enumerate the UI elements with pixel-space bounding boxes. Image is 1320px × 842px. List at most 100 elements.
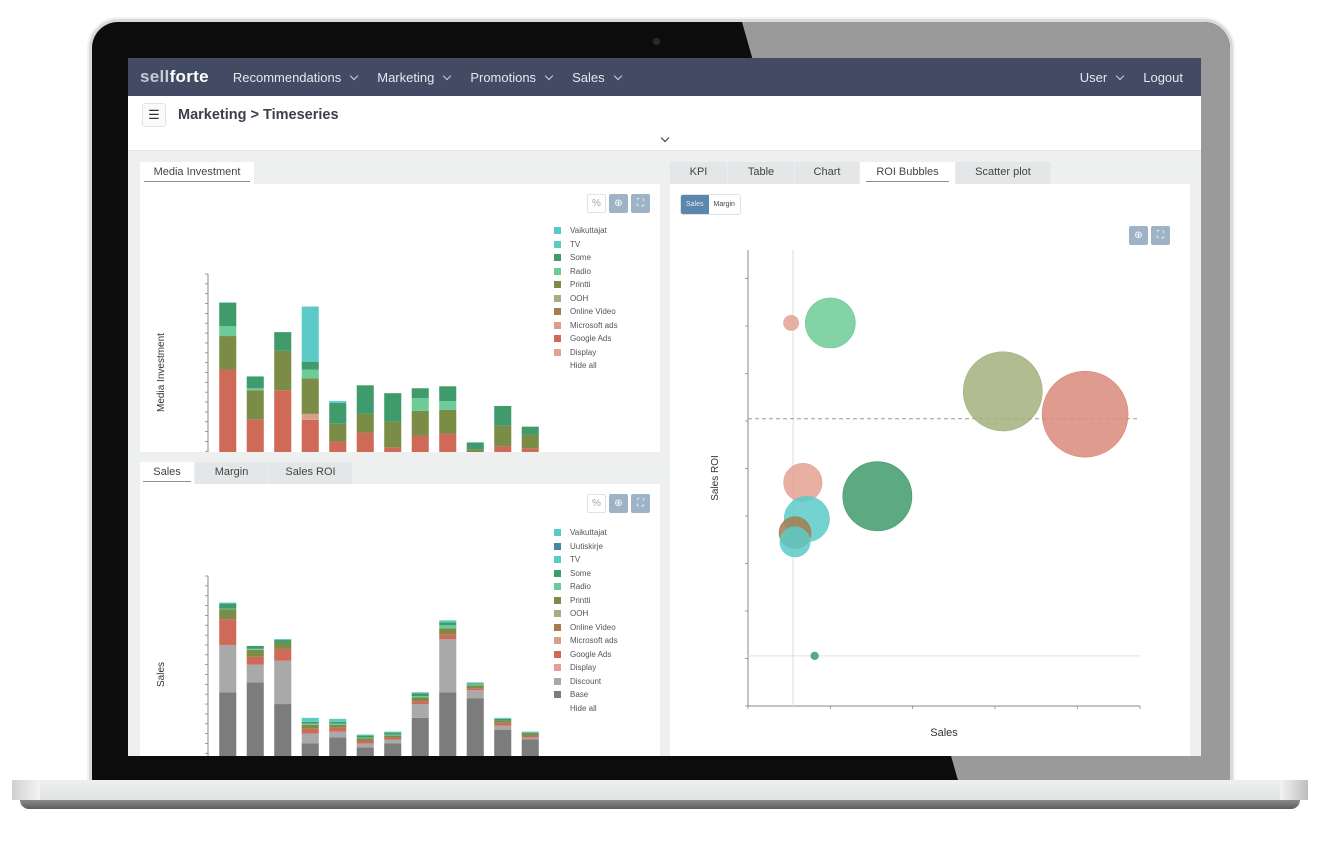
bar-segment-google-ads[interactable] bbox=[521, 735, 539, 738]
legend-item[interactable]: Discount bbox=[554, 675, 618, 689]
bar-segment-some[interactable] bbox=[411, 693, 429, 697]
bar-segment-tv[interactable] bbox=[329, 401, 347, 404]
legend-item[interactable]: Google Ads bbox=[554, 648, 618, 662]
bar-segment-printti[interactable] bbox=[219, 336, 237, 370]
bar-segment-base[interactable] bbox=[219, 692, 237, 756]
bar-segment-radio[interactable] bbox=[301, 369, 319, 379]
bar-segment-some[interactable] bbox=[356, 385, 374, 414]
bar-segment-printti[interactable] bbox=[384, 421, 402, 448]
bar-segment-base[interactable] bbox=[411, 717, 429, 756]
bar-segment-tv[interactable] bbox=[411, 692, 429, 694]
hide-all-button[interactable]: Hide all bbox=[554, 359, 618, 373]
bar-segment-discount[interactable] bbox=[246, 664, 264, 683]
bar-segment-printti[interactable] bbox=[494, 425, 512, 447]
bar-segment-microsoft-ads[interactable] bbox=[301, 413, 319, 420]
bar-segment-google-ads[interactable] bbox=[411, 701, 429, 705]
legend-item[interactable]: Google Ads bbox=[554, 332, 618, 346]
fullscreen-button[interactable]: ⛶ bbox=[631, 194, 650, 213]
bar-segment-google-ads[interactable] bbox=[301, 728, 319, 734]
bar-segment-some[interactable] bbox=[329, 721, 347, 724]
legend-item[interactable]: Online Video bbox=[554, 621, 618, 635]
bar-segment-some[interactable] bbox=[219, 603, 237, 609]
bar-segment-radio[interactable] bbox=[439, 401, 457, 410]
bar-segment-radio[interactable] bbox=[246, 648, 264, 650]
bar-segment-printti[interactable] bbox=[411, 410, 429, 436]
bar-segment-base[interactable] bbox=[356, 747, 374, 756]
bar-segment-printti[interactable] bbox=[246, 390, 264, 420]
legend-item[interactable]: Microsoft ads bbox=[554, 634, 618, 648]
bar-segment-base[interactable] bbox=[384, 743, 402, 756]
bar-segment-discount[interactable] bbox=[329, 731, 347, 738]
bar-segment-radio[interactable] bbox=[356, 737, 374, 739]
bar-segment-discount[interactable] bbox=[274, 660, 292, 705]
bar-segment-base[interactable] bbox=[466, 698, 484, 756]
bubble-vaikuttajat[interactable] bbox=[779, 526, 811, 558]
bar-segment-some[interactable] bbox=[219, 302, 237, 327]
bar-segment-printti[interactable] bbox=[439, 409, 457, 434]
legend-item[interactable]: TV bbox=[554, 238, 618, 252]
legend-item[interactable]: Display bbox=[554, 346, 618, 360]
percent-toggle-button[interactable]: % bbox=[587, 494, 606, 513]
bar-segment-google-ads[interactable] bbox=[494, 722, 512, 726]
bar-segment-printti[interactable] bbox=[411, 697, 429, 702]
legend-item[interactable]: Some bbox=[554, 567, 618, 581]
bar-segment-tv[interactable] bbox=[466, 682, 484, 684]
bar-segment-printti[interactable] bbox=[466, 685, 484, 689]
bar-segment-printti[interactable] bbox=[439, 628, 457, 635]
bar-segment-tv[interactable] bbox=[521, 731, 539, 733]
bar-segment-printti[interactable] bbox=[521, 434, 539, 449]
bubble-uutiskirje[interactable] bbox=[810, 651, 819, 660]
legend-item[interactable]: Vaikuttajat bbox=[554, 224, 618, 238]
bar-segment-discount[interactable] bbox=[219, 644, 237, 693]
nav-recommendations[interactable]: Recommendations bbox=[233, 70, 359, 85]
bar-segment-printti[interactable] bbox=[494, 720, 512, 723]
bar-segment-google-ads[interactable] bbox=[356, 740, 374, 744]
bar-segment-radio[interactable] bbox=[384, 734, 402, 736]
bar-segment-some[interactable] bbox=[411, 388, 429, 399]
fullscreen-button[interactable]: ⛶ bbox=[631, 494, 650, 513]
bar-segment-radio[interactable] bbox=[246, 388, 264, 391]
bar-segment-radio[interactable] bbox=[439, 625, 457, 629]
bar-segment-google-ads[interactable] bbox=[246, 656, 264, 665]
bubble-ooh[interactable] bbox=[962, 351, 1043, 432]
legend-item[interactable]: Printti bbox=[554, 594, 618, 608]
bar-segment-google-ads[interactable] bbox=[274, 390, 292, 452]
bar-segment-google-ads[interactable] bbox=[274, 648, 292, 661]
bar-segment-printti[interactable] bbox=[329, 724, 347, 728]
bar-segment-radio[interactable] bbox=[301, 723, 319, 725]
bar-segment-google-ads[interactable] bbox=[219, 619, 237, 645]
zoom-button[interactable]: ⊕ bbox=[609, 194, 628, 213]
bar-segment-google-ads[interactable] bbox=[439, 634, 457, 640]
tab-margin[interactable]: Margin bbox=[195, 462, 269, 484]
percent-toggle-button[interactable]: % bbox=[587, 194, 606, 213]
nav-sales[interactable]: Sales bbox=[572, 70, 622, 85]
bar-segment-base[interactable] bbox=[439, 692, 457, 756]
bar-segment-google-ads[interactable] bbox=[466, 688, 484, 691]
bar-segment-some[interactable] bbox=[356, 735, 374, 738]
legend-item[interactable]: Radio bbox=[554, 580, 618, 594]
tab-kpi[interactable]: KPI bbox=[670, 162, 728, 184]
bubble-google-ads[interactable] bbox=[1041, 370, 1129, 458]
user-menu[interactable]: User bbox=[1080, 70, 1125, 85]
bar-segment-some[interactable] bbox=[439, 386, 457, 402]
bar-segment-printti[interactable] bbox=[274, 350, 292, 391]
legend-item[interactable]: Online Video bbox=[554, 305, 618, 319]
bar-segment-radio[interactable] bbox=[466, 684, 484, 686]
brand-logo[interactable]: sellforte bbox=[140, 67, 209, 87]
bar-segment-printti[interactable] bbox=[301, 724, 319, 729]
bar-segment-some[interactable] bbox=[494, 718, 512, 721]
bar-segment-google-ads[interactable] bbox=[494, 446, 512, 452]
bar-segment-some[interactable] bbox=[301, 361, 319, 370]
bar-segment-some[interactable] bbox=[521, 426, 539, 435]
bar-segment-printti[interactable] bbox=[219, 609, 237, 620]
bar-segment-some[interactable] bbox=[301, 721, 319, 724]
bar-segment-printti[interactable] bbox=[356, 738, 374, 741]
bar-segment-discount[interactable] bbox=[411, 704, 429, 718]
bar-segment-radio[interactable] bbox=[411, 696, 429, 698]
bar-segment-tv[interactable] bbox=[494, 717, 512, 719]
bar-segment-printti[interactable] bbox=[329, 423, 347, 442]
legend-item[interactable]: OOH bbox=[554, 292, 618, 306]
bar-segment-printti[interactable] bbox=[466, 449, 484, 452]
legend-item[interactable]: Some bbox=[554, 251, 618, 265]
bar-segment-tv[interactable] bbox=[301, 717, 319, 722]
